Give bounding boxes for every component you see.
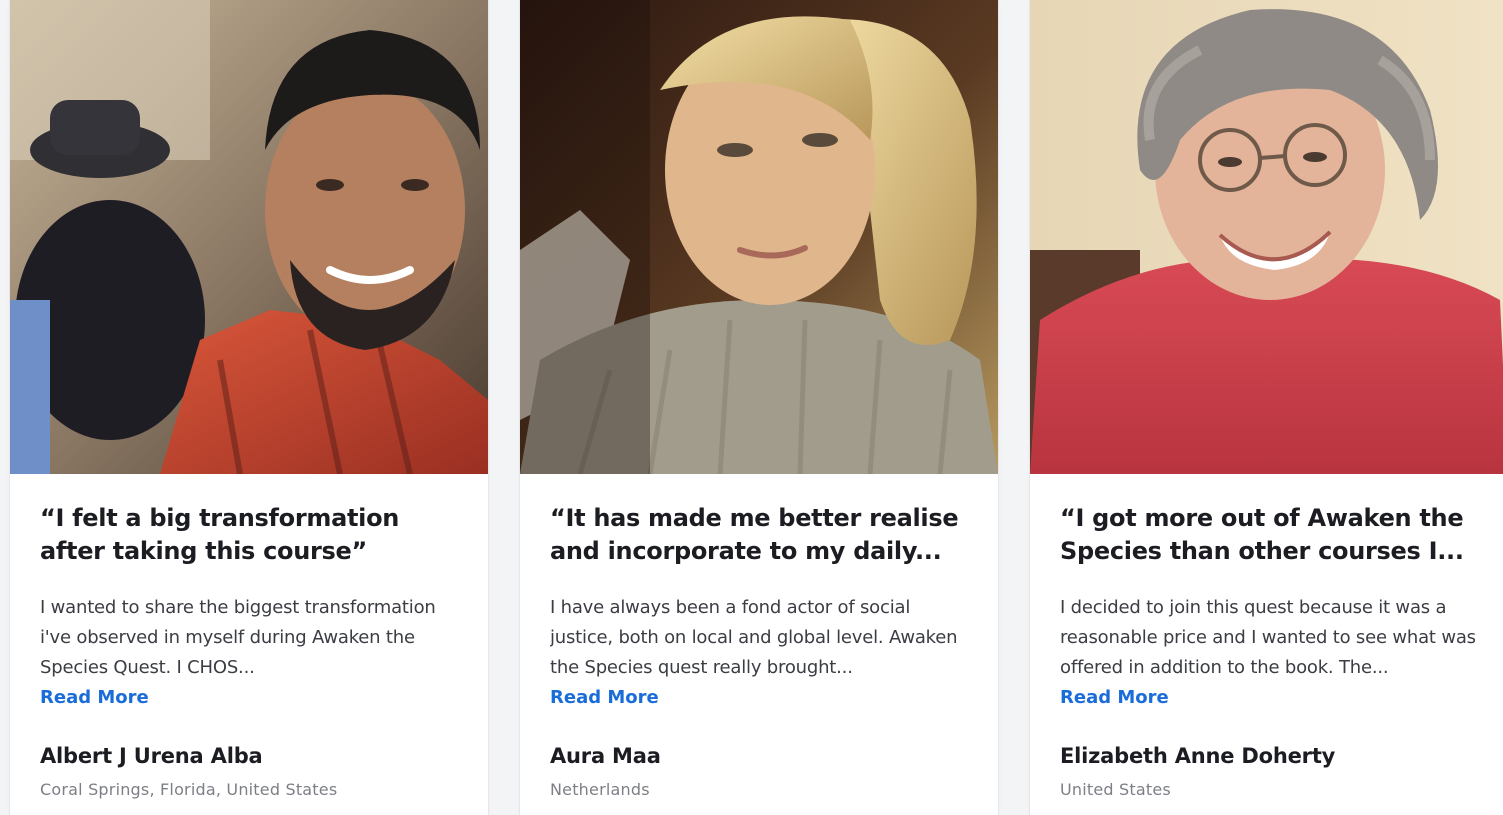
testimonial-photo	[10, 0, 488, 474]
testimonial-quote: “I got more out of Awaken the Species th…	[1060, 504, 1464, 565]
testimonial-author-location: Netherlands	[550, 780, 650, 799]
testimonial-author-name: Aura Maa	[550, 744, 661, 768]
testimonial-author-location: United States	[1060, 780, 1171, 799]
testimonial-card: “I felt a big transformation after takin…	[10, 0, 488, 815]
testimonial-grid: “I felt a big transformation after takin…	[0, 0, 1503, 815]
testimonial-card: “It has made me better realise and incor…	[520, 0, 998, 815]
testimonial-quote: “It has made me better realise and incor…	[550, 504, 959, 565]
testimonial-photo	[520, 0, 998, 474]
read-more-link[interactable]: Read More	[40, 683, 149, 713]
testimonial-author-location: Coral Springs, Florida, United States	[40, 780, 338, 799]
testimonial-excerpt: I have always been a fond actor of socia…	[550, 597, 958, 678]
testimonial-author-name: Elizabeth Anne Doherty	[1060, 744, 1336, 768]
testimonial-photo	[1030, 0, 1503, 474]
testimonial-author-name: Albert J Urena Alba	[40, 744, 263, 768]
read-more-link[interactable]: Read More	[1060, 683, 1169, 713]
read-more-link[interactable]: Read More	[550, 683, 659, 713]
testimonial-quote: “I felt a big transformation after takin…	[40, 504, 400, 565]
testimonial-card: “I got more out of Awaken the Species th…	[1030, 0, 1503, 815]
testimonial-excerpt: I wanted to share the biggest transforma…	[40, 597, 436, 678]
testimonial-excerpt: I decided to join this quest because it …	[1060, 597, 1476, 678]
